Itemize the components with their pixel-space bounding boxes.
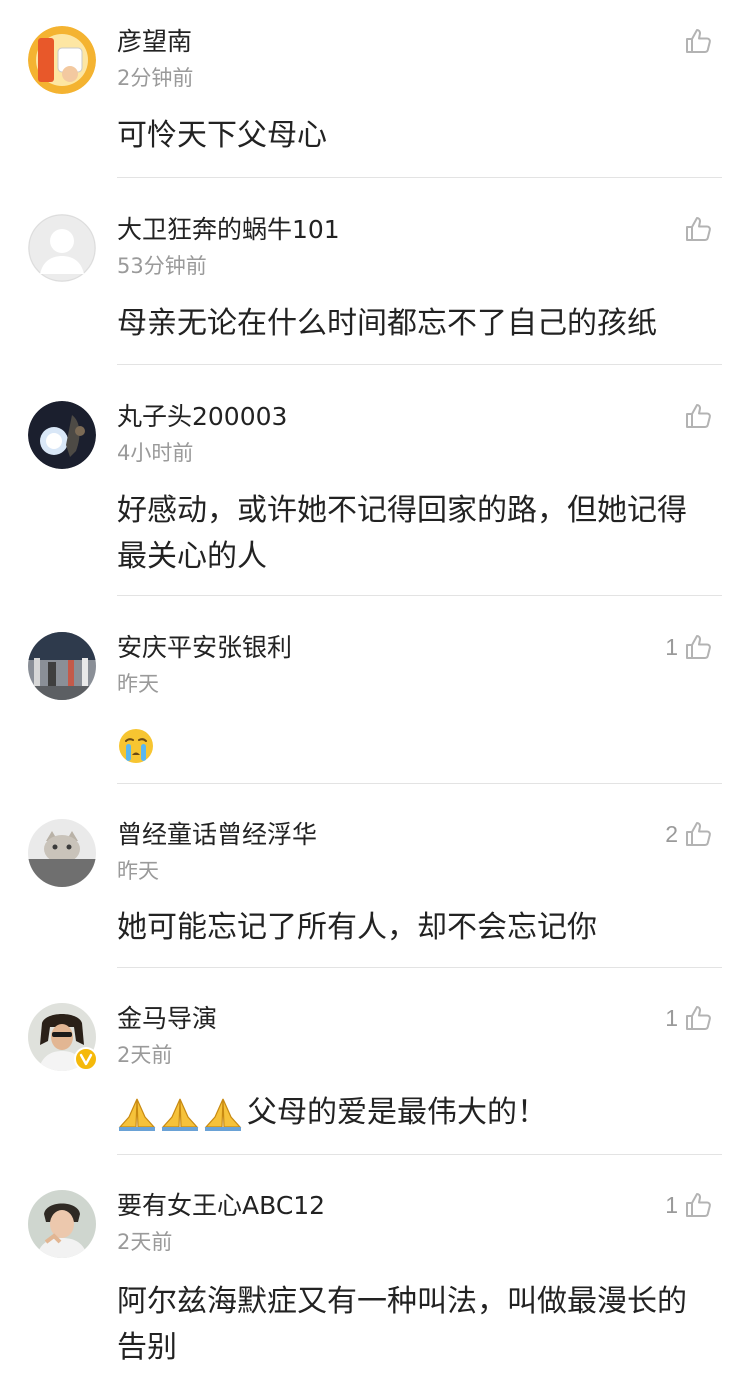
avatar[interactable] [28,26,96,94]
comment-item: 曾经童话曾经浮华 昨天 2 她可能忘记了所有人，却不会忘记你 [0,784,750,968]
comment-text: 她可能忘记了所有人，却不会忘记你 [117,910,597,945]
timestamp: 2天前 [117,1043,173,1067]
comment-text [117,722,717,768]
crying-face-emoji [119,728,153,763]
verified-icon [74,1047,98,1071]
comment-text-content: 父母的爱是最伟大的！ [247,1095,547,1130]
like-count: 1 [665,633,678,660]
avatar[interactable] [28,1190,96,1258]
timestamp: 昨天 [117,672,159,696]
like-button[interactable]: 2 [665,817,712,851]
avatar[interactable] [28,214,96,282]
username[interactable]: 要有女王心ABC12 [117,1190,325,1222]
timestamp: 2天前 [117,1230,173,1254]
comment-item: 丸子头200003 4小时前 好感动，或许她不记得回家的路，但她记得最关心的人 [0,365,750,596]
thumbs-up-icon [686,29,711,53]
comment-item: 要有女王心ABC12 2天前 1 阿尔兹海默症又有一种叫法，叫做最漫长的告别 [0,1155,750,1379]
like-count: 1 [665,1004,678,1031]
comment-item: 安庆平安张银利 昨天 1 [0,596,750,784]
like-count: 1 [665,1191,678,1218]
avatar[interactable] [28,401,96,469]
username[interactable]: 曾经童话曾经浮华 [117,819,317,851]
comment-item: 金马导演 2天前 1 父母的爱是最伟大的！ [0,968,750,1155]
comment-text: 好感动，或许她不记得回家的路，但她记得最关心的人 [117,493,687,574]
thumbs-up-icon [686,1006,711,1030]
comment-item: 大卫狂奔的蜗牛101 53分钟前 母亲无论在什么时间都忘不了自己的孩纸 [0,178,750,365]
comment-text: 父母的爱是最伟大的！ [117,1090,717,1136]
timestamp: 53分钟前 [117,254,207,278]
username[interactable]: 丸子头200003 [117,401,287,433]
timestamp: 4小时前 [117,441,194,465]
timestamp: 2分钟前 [117,66,194,90]
username[interactable]: 安庆平安张银利 [117,632,292,664]
comment-text: 阿尔兹海默症又有一种叫法，叫做最漫长的告别 [117,1284,687,1365]
timestamp: 昨天 [117,859,159,883]
folded-hands-emoji [118,1098,242,1131]
comment-text: 可怜天下父母心 [117,118,327,153]
username[interactable]: 彦望南 [117,26,192,58]
thumbs-up-icon [686,217,711,241]
username[interactable]: 大卫狂奔的蜗牛101 [117,214,340,246]
avatar[interactable] [28,632,96,700]
thumbs-up-icon [686,635,711,659]
like-button[interactable] [678,212,712,246]
like-button[interactable]: 1 [665,1188,712,1222]
thumbs-up-icon [686,1193,711,1217]
comment-item: 彦望南 2分钟前 可怜天下父母心 [0,0,750,178]
like-button[interactable]: 1 [665,630,712,664]
like-button[interactable] [678,399,712,433]
like-button[interactable]: 1 [665,1001,712,1035]
thumbs-up-icon [686,822,711,846]
like-button[interactable] [678,24,712,58]
comment-text: 母亲无论在什么时间都忘不了自己的孩纸 [117,306,657,341]
like-count: 2 [665,820,678,847]
thumbs-up-icon [686,404,711,428]
avatar[interactable] [28,819,96,887]
username[interactable]: 金马导演 [117,1003,217,1035]
